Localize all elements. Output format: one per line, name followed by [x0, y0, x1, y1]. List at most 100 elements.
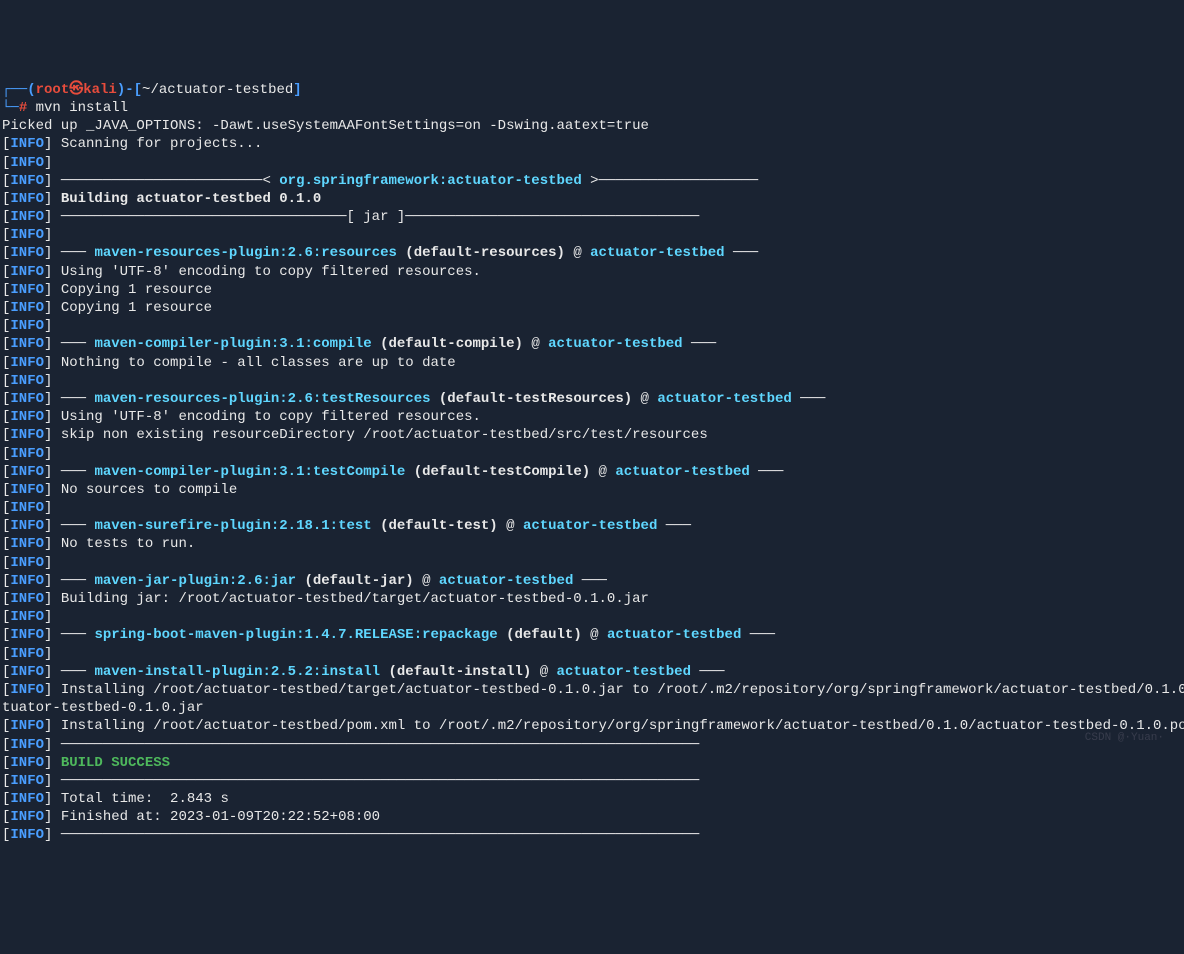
log-text: tuator-testbed-0.1.0.jar	[2, 700, 204, 716]
log-part-2: >───────────────────	[582, 173, 758, 189]
bracket-open: [	[2, 791, 10, 807]
info-level-tag: INFO	[10, 555, 44, 571]
log-part-1: maven-jar-plugin:2.6:jar	[94, 573, 296, 589]
log-part-4: actuator-testbed	[439, 573, 573, 589]
skull-icon: ㉿	[69, 82, 83, 98]
log-part-0: ───	[52, 518, 94, 534]
log-part-4: actuator-testbed	[557, 664, 691, 680]
log-text	[52, 227, 60, 243]
prompt-hash-icon: #	[19, 100, 27, 116]
log-line-17: [INFO]	[2, 445, 1182, 463]
log-line-7: [INFO] Using 'UTF-8' encoding to copy fi…	[2, 263, 1182, 281]
log-part-3: @	[582, 627, 607, 643]
log-text: Finished at: 2023-01-09T20:22:52+08:00	[52, 809, 380, 825]
log-text: Installing /root/actuator-testbed/target…	[52, 682, 1184, 698]
bracket-open: [	[2, 827, 10, 843]
prompt-corner: └─	[2, 100, 19, 116]
log-part-3: @	[565, 245, 590, 261]
log-part-2: (default-testCompile)	[405, 464, 590, 480]
log-line-27: [INFO] ─── spring-boot-maven-plugin:1.4.…	[2, 626, 1182, 644]
info-level-tag: INFO	[10, 336, 44, 352]
bracket-open: [	[2, 773, 10, 789]
log-text	[52, 373, 60, 389]
log-line-31: tuator-testbed-0.1.0.jar	[2, 699, 1182, 717]
info-level-tag: INFO	[10, 482, 44, 498]
info-level-tag: INFO	[10, 718, 44, 734]
java-options-line: Picked up _JAVA_OPTIONS: -Dawt.useSystem…	[2, 117, 1182, 135]
prompt-line-1: ┌──(root㉿kali)-[~/actuator-testbed]	[2, 81, 1182, 99]
log-part-4: actuator-testbed	[615, 464, 749, 480]
log-part-1: maven-resources-plugin:2.6:resources	[94, 245, 396, 261]
log-part-0: ───	[52, 627, 94, 643]
log-line-12: [INFO] Nothing to compile - all classes …	[2, 354, 1182, 372]
prompt-sep: )-[	[117, 82, 142, 98]
log-text	[52, 609, 60, 625]
log-line-21: [INFO] ─── maven-surefire-plugin:2.18.1:…	[2, 517, 1182, 535]
log-text	[52, 318, 60, 334]
info-level-tag: INFO	[10, 646, 44, 662]
log-part-4: actuator-testbed	[607, 627, 741, 643]
prompt-line-2: └─# mvn install	[2, 99, 1182, 117]
log-part-2: (default-install)	[380, 664, 531, 680]
log-part-0: ───	[52, 464, 94, 480]
log-line-14: [INFO] ─── maven-resources-plugin:2.6:te…	[2, 390, 1182, 408]
info-level-tag: INFO	[10, 300, 44, 316]
prompt-host: kali	[83, 82, 117, 98]
log-text	[52, 446, 60, 462]
terminal-output[interactable]: ┌──(root㉿kali)-[~/actuator-testbed]└─# m…	[2, 81, 1182, 845]
log-line-22: [INFO] No tests to run.	[2, 535, 1182, 553]
log-part-4: actuator-testbed	[523, 518, 657, 534]
info-level-tag: INFO	[10, 518, 44, 534]
info-level-tag: INFO	[10, 737, 44, 753]
info-level-tag: INFO	[10, 446, 44, 462]
log-line-19: [INFO] No sources to compile	[2, 481, 1182, 499]
log-text	[52, 646, 60, 662]
bracket-open: [	[2, 755, 10, 771]
log-line-5: [INFO]	[2, 226, 1182, 244]
log-part-2: (default-testResources)	[431, 391, 633, 407]
info-level-tag: INFO	[10, 773, 44, 789]
log-part-0: ───	[52, 245, 94, 261]
bracket-close: ]	[44, 827, 52, 843]
log-line-6: [INFO] ─── maven-resources-plugin:2.6:re…	[2, 244, 1182, 262]
log-part-0: BUILD SUCCESS	[52, 755, 170, 771]
log-part-4: actuator-testbed	[590, 245, 724, 261]
log-text: Using 'UTF-8' encoding to copy filtered …	[52, 409, 480, 425]
log-text: Copying 1 resource	[52, 282, 212, 298]
info-level-tag: INFO	[10, 609, 44, 625]
info-level-tag: INFO	[10, 755, 44, 771]
log-part-5: ───	[741, 627, 775, 643]
log-line-10: [INFO]	[2, 317, 1182, 335]
info-level-tag: INFO	[10, 391, 44, 407]
log-part-4: actuator-testbed	[548, 336, 682, 352]
log-part-3: @	[414, 573, 439, 589]
info-level-tag: INFO	[10, 427, 44, 443]
log-part-5: ───	[691, 664, 725, 680]
prompt-open: ┌──(	[2, 82, 36, 98]
info-level-tag: INFO	[10, 827, 44, 843]
bracket-close: ]	[44, 791, 52, 807]
log-part-1: maven-resources-plugin:2.6:testResources	[94, 391, 430, 407]
log-line-20: [INFO]	[2, 499, 1182, 517]
info-level-tag: INFO	[10, 682, 44, 698]
log-part-2: (default)	[498, 627, 582, 643]
log-part-1: maven-surefire-plugin:2.18.1:test	[94, 518, 371, 534]
log-part-0: Building actuator-testbed 0.1.0	[52, 191, 321, 207]
info-level-tag: INFO	[10, 318, 44, 334]
log-part-2: (default-compile)	[372, 336, 523, 352]
log-text: Using 'UTF-8' encoding to copy filtered …	[52, 264, 480, 280]
java-options-text: Picked up _JAVA_OPTIONS: -Dawt.useSystem…	[2, 118, 649, 134]
command-input[interactable]: mvn install	[27, 100, 128, 116]
log-line-15: [INFO] Using 'UTF-8' encoding to copy fi…	[2, 408, 1182, 426]
log-part-3: @	[632, 391, 657, 407]
log-text: Nothing to compile - all classes are up …	[52, 355, 455, 371]
log-line-38: [INFO] ─────────────────────────────────…	[2, 826, 1182, 844]
log-line-13: [INFO]	[2, 372, 1182, 390]
log-text	[52, 555, 60, 571]
info-level-tag: INFO	[10, 627, 44, 643]
prompt-path: ~/actuator-testbed	[142, 82, 293, 98]
prompt-user: root	[36, 82, 70, 98]
log-text: Building jar: /root/actuator-testbed/tar…	[52, 591, 649, 607]
log-text: Copying 1 resource	[52, 300, 212, 316]
log-line-32: [INFO] Installing /root/actuator-testbed…	[2, 717, 1182, 735]
